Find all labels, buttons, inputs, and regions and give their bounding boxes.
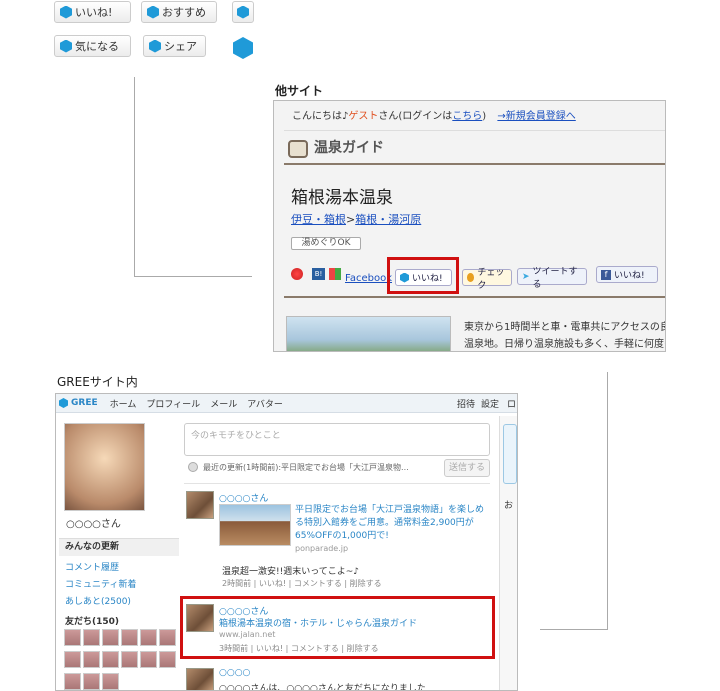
gree-icon bbox=[147, 5, 159, 19]
menu-community-new[interactable]: コミュニティ新着 bbox=[65, 577, 136, 594]
onsen-description: 東京から1時間半と車・電車共にアクセスの良 温泉地。日帰り温泉施設も多く、手軽に… bbox=[464, 322, 666, 350]
menu-footprints[interactable]: あしあと(2500) bbox=[65, 594, 136, 611]
latest-update: 最近の更新(1時間前):平日限定でお台場「大江戸温泉物... bbox=[203, 463, 409, 472]
gree-icon bbox=[60, 39, 72, 53]
delicious-icon[interactable] bbox=[329, 268, 341, 280]
greeting: こんにちは♪ゲストさん(ログインはこちら) →新規会員登録へ bbox=[292, 111, 576, 122]
post3-author[interactable]: ○○○○ bbox=[219, 668, 250, 678]
divider bbox=[184, 483, 490, 484]
gree-heading: GREEサイト内 bbox=[57, 375, 138, 389]
post1-thumbnail[interactable] bbox=[219, 504, 291, 546]
highlight-box bbox=[180, 596, 495, 659]
facebook-like-button[interactable]: f いいね! bbox=[596, 266, 658, 283]
guide-title: 温泉ガイド bbox=[314, 140, 384, 156]
nav-home[interactable]: ホーム bbox=[110, 397, 137, 410]
menu-title: みんなの更新 bbox=[59, 538, 179, 556]
breadcrumb-izu-hakone[interactable]: 伊豆・箱根 bbox=[291, 213, 346, 226]
post1-author[interactable]: ○○○○さん bbox=[219, 491, 268, 504]
mixi-icon bbox=[467, 273, 475, 282]
hatena-icon[interactable] bbox=[291, 268, 303, 280]
interested-button[interactable]: 気になる bbox=[54, 35, 131, 57]
gree-nav: GREE ホーム プロフィール メール アバター 招待 設定 ロ bbox=[56, 394, 517, 413]
nav-logout[interactable]: ロ bbox=[507, 397, 516, 410]
gree-large-icon[interactable] bbox=[233, 37, 253, 59]
tweet-button[interactable]: ➤ ツイートする bbox=[517, 267, 587, 290]
menu-comment-history[interactable]: コメント履歴 bbox=[65, 560, 136, 577]
nav-avatar[interactable]: アバター bbox=[247, 397, 283, 410]
post1-meta[interactable]: 2時間前 | いいね! | コメントする | 削除する bbox=[222, 578, 382, 589]
post-avatar[interactable] bbox=[186, 491, 214, 519]
breadcrumb: 伊豆・箱根>箱根・湯河原 bbox=[291, 213, 422, 226]
connector-line bbox=[540, 629, 608, 630]
other-site-screenshot: こんにちは♪ゲストさん(ログインはこちら) →新規会員登録へ 温泉ガイド 箱根湯… bbox=[273, 100, 666, 352]
nav-settings[interactable]: 設定 bbox=[481, 397, 499, 410]
like-button[interactable]: いいね! bbox=[54, 1, 131, 23]
share-button[interactable]: シェア bbox=[143, 35, 206, 57]
onsen-photo bbox=[286, 316, 451, 351]
onsen-bucket-icon bbox=[288, 140, 308, 158]
post1-text: 温泉超一激安!!週末いってこよ~♪ bbox=[222, 567, 360, 577]
post1-source: ponparade.jp bbox=[295, 544, 349, 553]
other-site-heading: 他サイト bbox=[275, 84, 324, 98]
user-name: ○○○○さん bbox=[66, 519, 121, 530]
divider bbox=[284, 296, 665, 298]
right-widget bbox=[503, 424, 517, 484]
onsen-name: 箱根湯本温泉 bbox=[291, 188, 393, 208]
breadcrumb-hakone-yugawara[interactable]: 箱根・湯河原 bbox=[355, 213, 421, 226]
bookmark-icon[interactable]: B! bbox=[312, 268, 325, 280]
friends-heading: 友だち(150) bbox=[65, 617, 120, 627]
avatar[interactable] bbox=[64, 423, 145, 511]
yumeguri-badge: 湯めぐりOK bbox=[291, 237, 361, 250]
gree-icon bbox=[60, 5, 72, 19]
right-heading: お bbox=[504, 501, 514, 511]
post3-text: ○○○○さんは、○○○○さんと友だちになりました bbox=[219, 684, 426, 691]
facebook-link[interactable]: Facebook bbox=[345, 273, 392, 284]
connector-line bbox=[134, 276, 252, 277]
post-avatar[interactable] bbox=[186, 668, 214, 690]
recommend-button[interactable]: おすすめ bbox=[141, 1, 217, 23]
gree-logo-icon bbox=[59, 398, 68, 408]
mixi-check-button[interactable]: チェック bbox=[462, 268, 512, 291]
submit-button[interactable]: 送信する bbox=[444, 459, 490, 477]
gree-icon bbox=[149, 39, 161, 53]
twitter-bird-icon: ➤ bbox=[522, 271, 530, 282]
status-input[interactable]: 今のキモチをひとこと bbox=[184, 423, 490, 456]
register-link[interactable]: →新規会員登録へ bbox=[497, 111, 575, 122]
gree-icon bbox=[237, 5, 249, 19]
gree-logo: GREE bbox=[71, 398, 98, 408]
right-column: お bbox=[499, 416, 517, 690]
nav-mail[interactable]: メール bbox=[210, 397, 237, 410]
icon-only-button[interactable] bbox=[232, 1, 254, 23]
connector-line bbox=[134, 77, 135, 277]
nav-invite[interactable]: 招待 bbox=[457, 397, 475, 410]
side-menu: コメント履歴 コミュニティ新着 あしあと(2500) bbox=[65, 560, 136, 611]
facebook-icon: f bbox=[601, 269, 611, 280]
friends-grid bbox=[63, 628, 183, 690]
login-link[interactable]: こちら bbox=[452, 111, 482, 122]
highlight-box bbox=[387, 257, 459, 294]
post1-link[interactable]: 平日限定でお台場「大江戸温泉物語」を楽しめ る特別入館券をご用意。通常料金2,9… bbox=[295, 504, 484, 543]
guide-header: 温泉ガイド bbox=[284, 130, 665, 165]
avatar-small-icon bbox=[188, 462, 198, 472]
nav-profile[interactable]: プロフィール bbox=[146, 397, 200, 410]
connector-line bbox=[607, 372, 608, 630]
